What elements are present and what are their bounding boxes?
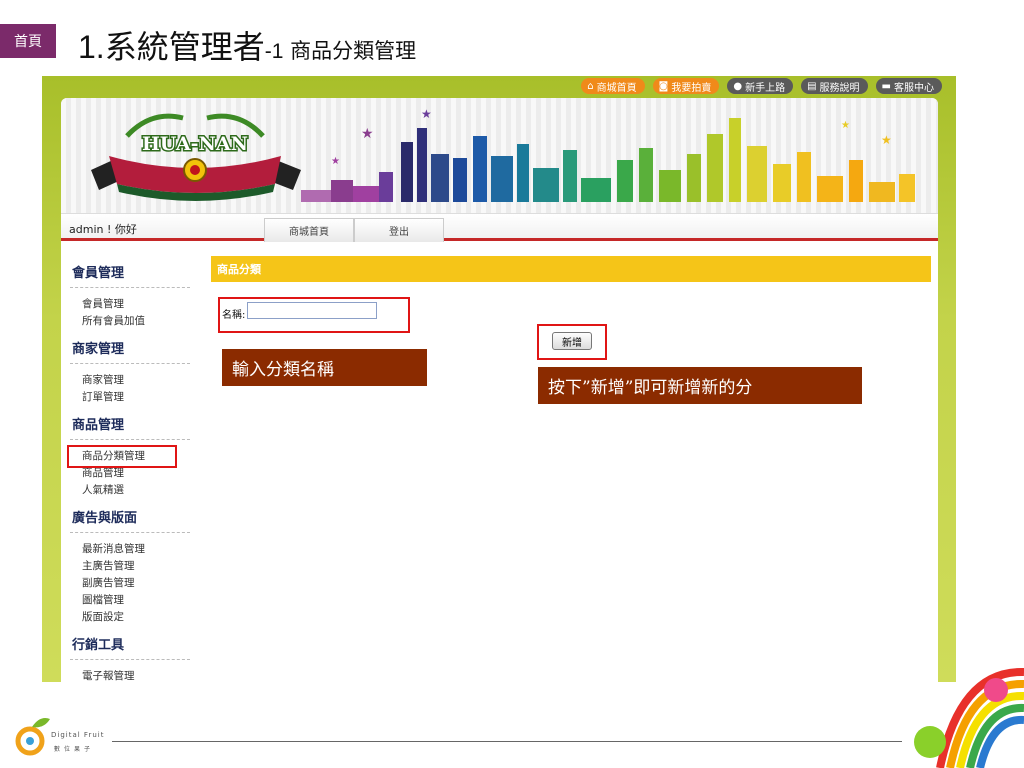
sidebar-section-product: 商品管理 bbox=[70, 410, 190, 440]
sidebar-item-popular[interactable]: 人氣精選 bbox=[82, 482, 190, 499]
sidebar-item-image-files[interactable]: 圖檔管理 bbox=[82, 592, 190, 609]
svg-text:★: ★ bbox=[881, 133, 892, 147]
tab-mall-home[interactable]: 商城首頁 bbox=[264, 218, 354, 242]
topnav-label: 新手上路 bbox=[745, 82, 786, 94]
topnav-label: 服務說明 bbox=[819, 82, 860, 94]
book-icon: ▤ bbox=[807, 80, 817, 92]
user-icon: ● bbox=[733, 80, 743, 92]
title-dash: -1 bbox=[264, 40, 284, 63]
site-banner: HUA-NAN ★ ★ ★ ★ ★ bbox=[61, 98, 938, 213]
callout-input-hint: 輸入分類名稱 bbox=[222, 349, 427, 386]
topnav-auction[interactable]: ◙ 我要拍賣 bbox=[652, 78, 720, 94]
category-name-input[interactable] bbox=[247, 302, 377, 319]
add-category-button[interactable]: 新增 bbox=[552, 332, 592, 350]
name-label: 名稱: bbox=[222, 310, 246, 321]
topnav-beginner[interactable]: ● 新手上路 bbox=[727, 78, 794, 94]
add-button-highlight: 新增 bbox=[537, 324, 607, 360]
name-field-highlight: 名稱: bbox=[218, 297, 410, 333]
sidebar-section-ads: 廣告與版面 bbox=[70, 503, 190, 533]
city-skyline: ★ ★ ★ ★ ★ bbox=[301, 107, 915, 202]
svg-text:★: ★ bbox=[841, 120, 850, 131]
callout-add-hint: 按下”新增”即可新增新的分 bbox=[538, 367, 862, 404]
title-sub: 商品分類管理 bbox=[290, 39, 417, 63]
brand-en: Digital Fruit bbox=[51, 731, 105, 739]
sidebar-item-member-manage[interactable]: 會員管理 bbox=[82, 296, 190, 313]
slide-title: 1.系統管理者-1 商品分類管理 bbox=[78, 22, 416, 68]
tab-logout[interactable]: 登出 bbox=[354, 218, 444, 242]
svg-text:★: ★ bbox=[331, 156, 340, 167]
topnav-home[interactable]: ⌂ 商城首頁 bbox=[581, 78, 645, 94]
sidebar-item-layout-settings[interactable]: 版面設定 bbox=[82, 609, 190, 626]
user-tabs: 商城首頁 登出 bbox=[264, 218, 444, 242]
topnav-label: 客服中心 bbox=[894, 82, 934, 94]
brand-zh: 數位果子 bbox=[54, 746, 95, 753]
topnav-service[interactable]: ▤ 服務說明 bbox=[801, 78, 868, 94]
auction-icon: ◙ bbox=[658, 80, 669, 92]
topnav-label: 商城首頁 bbox=[596, 82, 637, 94]
footer-divider bbox=[112, 741, 902, 742]
sidebar-item-product-manage[interactable]: 商品管理 bbox=[82, 465, 190, 482]
top-nav: ⌂ 商城首頁 ◙ 我要拍賣 ● 新手上路 ▤ 服務說明 ▬ 客服中心 bbox=[581, 78, 942, 94]
sidebar-item-merchant-manage[interactable]: 商家管理 bbox=[82, 372, 190, 389]
topnav-label: 我要拍賣 bbox=[671, 82, 712, 94]
sidebar-item-category-manage[interactable]: 商品分類管理 bbox=[67, 445, 177, 468]
home-tab[interactable]: 首頁 bbox=[0, 24, 56, 58]
home-icon: ⌂ bbox=[587, 80, 594, 92]
sidebar-item-news[interactable]: 最新消息管理 bbox=[82, 541, 190, 558]
title-number: 1. bbox=[78, 29, 105, 65]
topnav-support[interactable]: ▬ 客服中心 bbox=[875, 78, 942, 94]
section-title-bar: 商品分類 bbox=[211, 256, 931, 282]
sidebar-item-member-topup[interactable]: 所有會員加值 bbox=[82, 313, 190, 330]
title-main: 系統管理者 bbox=[104, 28, 265, 66]
svg-text:★: ★ bbox=[361, 126, 374, 142]
logo-text: HUA-NAN bbox=[142, 133, 248, 155]
decorative-rainbow-art bbox=[914, 667, 1024, 768]
fruit-icon bbox=[15, 718, 50, 756]
sidebar-item-main-ad[interactable]: 主廣告管理 bbox=[82, 558, 190, 575]
sidebar-section-merchant: 商家管理 bbox=[70, 334, 190, 364]
sidebar-item-order-manage[interactable]: 訂單管理 bbox=[82, 389, 190, 406]
chat-icon: ▬ bbox=[881, 80, 891, 92]
user-bar: admin ! 你好 商城首頁 登出 bbox=[61, 213, 938, 242]
sidebar-item-sub-ad[interactable]: 副廣告管理 bbox=[82, 575, 190, 592]
banner-art: HUA-NAN ★ ★ ★ ★ ★ bbox=[91, 107, 915, 202]
svg-text:★: ★ bbox=[421, 107, 432, 121]
greeting: admin ! 你好 bbox=[69, 223, 137, 236]
sidebar-section-marketing: 行銷工具 bbox=[70, 630, 190, 660]
sidebar-section-member: 會員管理 bbox=[70, 258, 190, 288]
sidebar-item-newsletter[interactable]: 電子報管理 bbox=[82, 668, 190, 682]
admin-sidebar: 會員管理 會員管理 所有會員加值 商家管理 商家管理 訂單管理 商品管理 商品分… bbox=[67, 258, 190, 682]
digital-fruit-logo: Digital Fruit 數位果子 bbox=[14, 713, 114, 763]
hua-nan-logo: HUA-NAN bbox=[91, 113, 301, 201]
